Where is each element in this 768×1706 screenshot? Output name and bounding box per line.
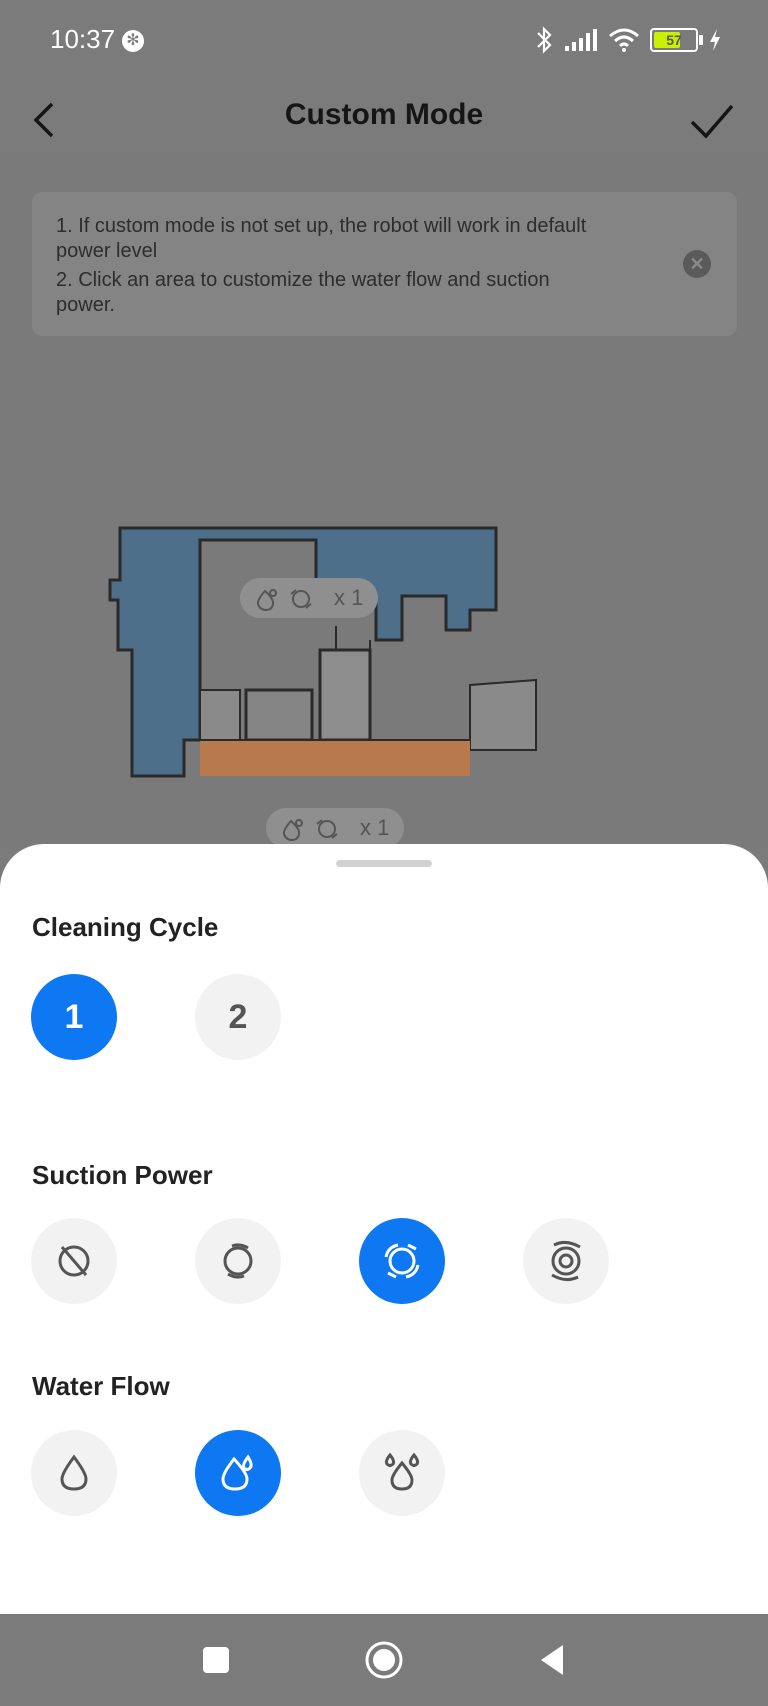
- water-high-button[interactable]: [359, 1430, 445, 1516]
- gear-icon: ✻: [122, 30, 144, 52]
- status-icons: 57: [534, 26, 722, 54]
- home-button[interactable]: [360, 1636, 408, 1684]
- suction-quiet-icon: [223, 1243, 253, 1279]
- cycle-option-2-label: 2: [228, 997, 248, 1036]
- status-time: 10:37: [50, 24, 116, 54]
- water-low-button[interactable]: [31, 1430, 117, 1516]
- room-gray-c: [199, 689, 241, 741]
- suction-off-button[interactable]: [31, 1218, 117, 1304]
- suction-standard-icon: [384, 1243, 420, 1279]
- page-title: Custom Mode: [284, 98, 484, 131]
- water-drop-icon: [256, 589, 277, 612]
- water-high-icon: [384, 1452, 420, 1491]
- sheet-handle[interactable]: [336, 860, 432, 867]
- suction-icon: [316, 819, 338, 839]
- app-header: Custom Mode: [0, 84, 768, 158]
- suction-power-title: Suction Power: [32, 1160, 213, 1190]
- tip-line-2b: power.: [56, 294, 115, 316]
- floor-map[interactable]: [0, 500, 768, 850]
- battery-level: 57: [666, 32, 682, 48]
- water-flow-title: Water Flow: [32, 1371, 170, 1401]
- cleaning-map[interactable]: x 1 x 1: [0, 500, 768, 850]
- bluetooth-icon: [537, 26, 552, 54]
- close-tip-button[interactable]: ✕: [683, 250, 711, 278]
- water-medium-button[interactable]: [195, 1430, 281, 1516]
- cycle-option-2[interactable]: 2: [195, 974, 281, 1060]
- room-1-count: x 1: [334, 585, 364, 610]
- suction-off-icon: [58, 1245, 90, 1277]
- water-medium-icon: [221, 1454, 253, 1491]
- confirm-button[interactable]: [684, 90, 740, 150]
- settings-sheet: Cleaning Cycle 1 2 Suction Power Water F…: [0, 844, 768, 1614]
- room-gray-d: [469, 678, 537, 751]
- suction-standard-button[interactable]: [359, 1218, 445, 1304]
- room-gray-a: [318, 648, 372, 742]
- square-icon: [203, 1647, 229, 1673]
- cleaning-cycle-title: Cleaning Cycle: [32, 912, 219, 942]
- suction-icon: [290, 589, 312, 609]
- water-drop-icon: [282, 819, 303, 842]
- room-1-badge[interactable]: x 1: [240, 578, 378, 618]
- battery-icon: 57: [650, 28, 703, 52]
- suction-max-button[interactable]: [523, 1218, 609, 1304]
- signal-icon: [565, 29, 597, 51]
- recents-button[interactable]: [192, 1636, 240, 1684]
- wifi-icon: [609, 28, 639, 52]
- charging-icon: [710, 29, 720, 51]
- circle-icon: [365, 1641, 403, 1679]
- room-orange: [200, 740, 470, 776]
- room-2-badge[interactable]: x 1: [266, 808, 404, 848]
- tip-line-1b: power level: [56, 240, 158, 262]
- room-2-count: x 1: [360, 815, 390, 840]
- cycle-option-1-label: 1: [64, 997, 84, 1036]
- suction-quiet-button[interactable]: [195, 1218, 281, 1304]
- tip-line-1a: 1. If custom mode is not set up, the rob…: [56, 215, 587, 237]
- suction-max-icon: [551, 1240, 581, 1282]
- system-nav-bar: [0, 1614, 768, 1706]
- tip-line-2a: 2. Click an area to customize the water …: [56, 269, 550, 291]
- room-gray-b: [244, 688, 314, 742]
- back-nav-button[interactable]: [528, 1636, 576, 1684]
- cycle-option-1[interactable]: 1: [31, 974, 117, 1060]
- tip-banner: 1. If custom mode is not set up, the rob…: [32, 192, 737, 336]
- status-bar: 10:37 ✻ 57: [0, 0, 768, 84]
- water-low-icon: [60, 1454, 88, 1491]
- triangle-back-icon: [541, 1645, 563, 1675]
